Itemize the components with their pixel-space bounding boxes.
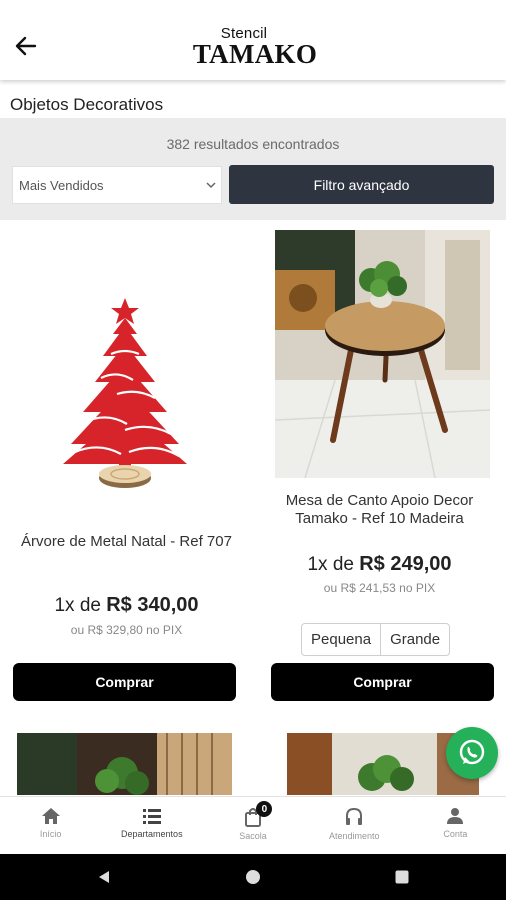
- back-button[interactable]: [10, 30, 42, 62]
- buy-button[interactable]: Comprar: [271, 663, 494, 701]
- price-value: R$ 249,00: [359, 553, 452, 575]
- product-image[interactable]: [55, 294, 195, 494]
- product-price: 1x de R$ 249,00: [253, 553, 506, 576]
- recents-square-icon[interactable]: [394, 869, 410, 885]
- nav-label: Conta: [443, 829, 468, 839]
- sort-select[interactable]: Mais Vendidos: [12, 166, 222, 204]
- variant-option[interactable]: Pequena: [302, 624, 380, 655]
- sort-selected-value: Mais Vendidos: [19, 177, 104, 193]
- nav-item-account[interactable]: Conta: [405, 797, 506, 854]
- page-title: Objetos Decorativos: [10, 95, 164, 114]
- brand-logo[interactable]: Stencil TAMAKO: [189, 26, 321, 70]
- pix-price: ou R$ 329,80 no PIX: [70, 623, 183, 637]
- product-card[interactable]: Mesa de Canto Apoio Decor Tamako - Ref 1…: [253, 222, 506, 730]
- nav-item-home[interactable]: Início: [0, 797, 101, 854]
- system-navigation-bar: [0, 854, 506, 900]
- nav-item-departments[interactable]: Departamentos: [101, 797, 202, 854]
- logo-title: TAMAKO: [192, 39, 318, 69]
- nav-label: Departamentos: [121, 829, 183, 839]
- advanced-filter-button[interactable]: Filtro avançado: [229, 165, 494, 204]
- nav-label: Sacola: [239, 831, 267, 841]
- side-table-image: [275, 230, 490, 478]
- price-value: R$ 340,00: [106, 594, 199, 616]
- bag-count-badge: 0: [256, 801, 273, 817]
- variant-option[interactable]: Grande: [380, 624, 449, 655]
- home-icon: [41, 808, 60, 824]
- nav-item-bag[interactable]: 0 Sacola: [202, 797, 303, 854]
- product-image[interactable]: [17, 733, 232, 795]
- whatsapp-button[interactable]: [446, 727, 498, 779]
- home-circle-icon[interactable]: [245, 869, 261, 885]
- list-icon: [142, 809, 161, 824]
- person-icon: [447, 808, 464, 824]
- bottom-navigation: Início Departamentos 0 Sacola Atendiment…: [0, 796, 506, 854]
- results-count: 382 resultados encontrados: [166, 136, 340, 152]
- whatsapp-icon: [459, 739, 485, 765]
- product-name[interactable]: Árvore de Metal Natal - Ref 707: [10, 533, 243, 551]
- pix-price: ou R$ 241,53 no PIX: [323, 581, 436, 595]
- price-prefix: 1x de: [307, 554, 354, 575]
- plant-photo-image: [17, 733, 232, 795]
- price-prefix: 1x de: [54, 595, 101, 616]
- buy-button[interactable]: Comprar: [13, 663, 236, 701]
- back-triangle-icon[interactable]: [96, 869, 112, 885]
- chevron-down-icon: [206, 182, 216, 189]
- product-price: 1x de R$ 340,00: [0, 594, 253, 617]
- headset-icon: [346, 807, 363, 825]
- nav-label: Atendimento: [328, 831, 380, 841]
- app-header: Stencil TAMAKO: [0, 0, 506, 80]
- christmas-tree-image: [63, 298, 187, 488]
- nav-label: Início: [39, 829, 62, 839]
- product-card[interactable]: Árvore de Metal Natal - Ref 707 1x de R$…: [0, 222, 253, 730]
- variant-selector: Pequena Grande: [301, 623, 451, 656]
- product-name[interactable]: Mesa de Canto Apoio Decor Tamako - Ref 1…: [263, 492, 496, 528]
- product-image[interactable]: [275, 230, 490, 478]
- arrow-left-icon: [15, 36, 37, 56]
- nav-item-support[interactable]: Atendimento: [304, 797, 405, 854]
- filter-bar: 382 resultados encontrados Mais Vendidos…: [0, 118, 506, 220]
